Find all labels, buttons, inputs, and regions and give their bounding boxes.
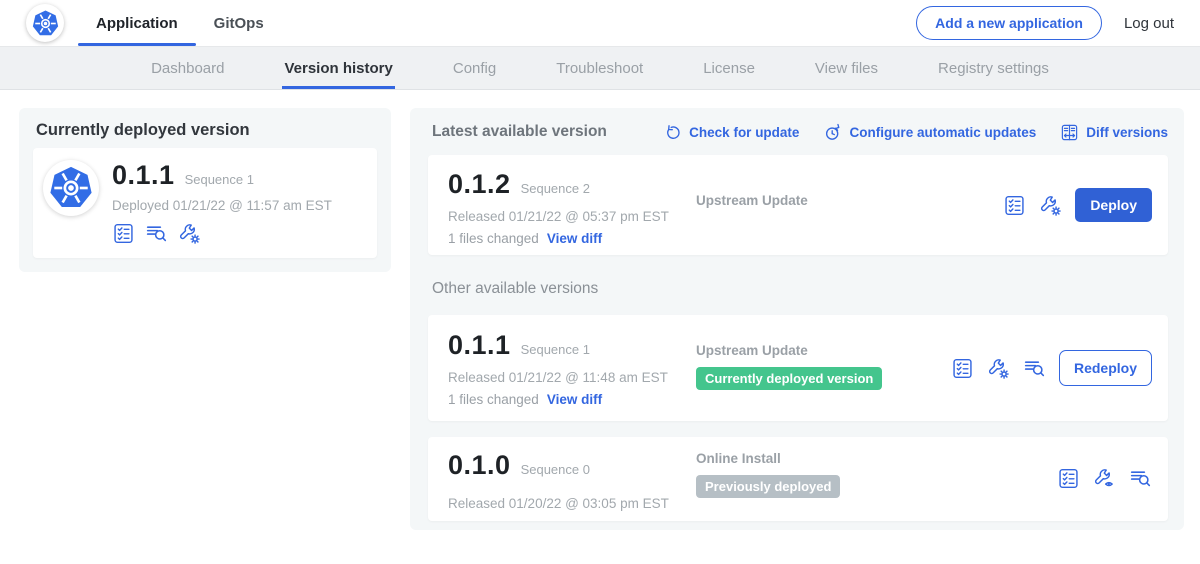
version-sequence: Sequence 1: [521, 342, 590, 357]
view-config-icon[interactable]: [1093, 467, 1116, 490]
tab-dashboard-label: Dashboard: [151, 60, 224, 77]
version-released: Released 01/20/22 @ 03:05 pm EST: [448, 496, 669, 511]
edit-config-icon[interactable]: [178, 222, 201, 245]
logout-button[interactable]: Log out: [1124, 15, 1174, 32]
version-number: 0.1.2: [448, 169, 511, 200]
release-notes-icon[interactable]: [1129, 467, 1152, 490]
deployed-version-number: 0.1.1: [112, 160, 175, 191]
deployed-version-card: 0.1.1 Sequence 1 Deployed 01/21/22 @ 11:…: [33, 148, 377, 258]
version-row-0-1-2: 0.1.2 Sequence 2 Released 01/21/22 @ 05:…: [428, 155, 1168, 255]
version-source: Online Install: [696, 451, 840, 466]
tab-version-history[interactable]: Version history: [284, 47, 392, 89]
top-header: Application GitOps Add a new application…: [0, 0, 1200, 46]
tab-view-files[interactable]: View files: [815, 47, 878, 89]
version-source: Upstream Update: [696, 343, 882, 358]
version-row-0-1-0: 0.1.0 Sequence 0 Released 01/20/22 @ 03:…: [428, 437, 1168, 521]
tab-gitops-label: GitOps: [214, 15, 264, 32]
tab-config[interactable]: Config: [453, 47, 496, 89]
release-notes-icon[interactable]: [1023, 357, 1046, 380]
diff-versions-label: Diff versions: [1086, 125, 1168, 140]
refresh-icon: [663, 123, 682, 142]
app-nav-tabs: Application GitOps: [78, 0, 282, 46]
kubernetes-helm-icon: [32, 10, 59, 37]
app-logo: [43, 160, 99, 216]
files-changed: 1 files changed: [448, 392, 539, 407]
deployed-action-icons: [112, 222, 201, 245]
tab-config-label: Config: [453, 60, 496, 77]
preflight-checks-icon[interactable]: [951, 357, 974, 380]
tab-license-label: License: [703, 60, 755, 77]
view-diff-link[interactable]: View diff: [547, 392, 602, 407]
preflight-checks-icon[interactable]: [112, 222, 135, 245]
tab-view-files-label: View files: [815, 60, 878, 77]
latest-version-heading: Latest available version: [432, 123, 607, 141]
tab-registry-settings-label: Registry settings: [938, 60, 1049, 77]
currently-deployed-title: Currently deployed version: [36, 121, 250, 140]
tab-registry-settings[interactable]: Registry settings: [938, 47, 1049, 89]
currently-deployed-card: Currently deployed version 0.1.1 Sequenc…: [19, 108, 391, 272]
currently-deployed-badge: Currently deployed version: [696, 367, 882, 390]
version-source: Upstream Update: [696, 193, 808, 208]
tab-troubleshoot[interactable]: Troubleshoot: [556, 47, 643, 89]
version-row-0-1-1: 0.1.1 Sequence 1 Released 01/21/22 @ 11:…: [428, 315, 1168, 421]
configure-automatic-updates-label: Configure automatic updates: [849, 125, 1036, 140]
configure-automatic-updates-link[interactable]: Configure automatic updates: [823, 123, 1036, 142]
deploy-button[interactable]: Deploy: [1075, 188, 1152, 222]
version-history-panel: Latest available version Check for updat…: [410, 108, 1184, 530]
other-versions-heading: Other available versions: [432, 280, 598, 298]
version-sequence: Sequence 0: [521, 462, 590, 477]
deployed-sequence: Sequence 1: [185, 172, 254, 187]
tab-license[interactable]: License: [703, 47, 755, 89]
check-for-update-link[interactable]: Check for update: [663, 123, 799, 142]
view-diff-link[interactable]: View diff: [547, 231, 602, 246]
version-number: 0.1.1: [448, 330, 511, 361]
check-for-update-label: Check for update: [689, 125, 799, 140]
diff-icon: [1060, 123, 1079, 142]
preflight-checks-icon[interactable]: [1003, 194, 1026, 217]
deployed-timestamp: Deployed 01/21/22 @ 11:57 am EST: [112, 198, 332, 213]
kubernetes-logo: [26, 4, 64, 42]
tab-application[interactable]: Application: [78, 0, 196, 46]
tab-application-label: Application: [96, 15, 178, 32]
panel-header: Latest available version Check for updat…: [432, 120, 1168, 144]
add-application-button[interactable]: Add a new application: [916, 6, 1102, 40]
diff-versions-link[interactable]: Diff versions: [1060, 123, 1168, 142]
tab-troubleshoot-label: Troubleshoot: [556, 60, 643, 77]
previously-deployed-badge: Previously deployed: [696, 475, 840, 498]
preflight-checks-icon[interactable]: [1057, 467, 1080, 490]
kots-admin-console: Application GitOps Add a new application…: [0, 0, 1200, 564]
version-released: Released 01/21/22 @ 11:48 am EST: [448, 370, 668, 385]
files-changed: 1 files changed: [448, 231, 539, 246]
edit-config-icon[interactable]: [987, 357, 1010, 380]
schedule-update-icon: [823, 123, 842, 142]
version-number: 0.1.0: [448, 450, 511, 481]
redeploy-button[interactable]: Redeploy: [1059, 350, 1152, 386]
secondary-nav: Dashboard Version history Config Trouble…: [0, 46, 1200, 90]
header-actions: Add a new application Log out: [916, 0, 1174, 46]
kubernetes-helm-icon: [49, 166, 93, 210]
version-released: Released 01/21/22 @ 05:37 pm EST: [448, 209, 669, 224]
release-notes-icon[interactable]: [145, 222, 168, 245]
tab-gitops[interactable]: GitOps: [196, 0, 282, 46]
tab-version-history-label: Version history: [284, 60, 392, 77]
version-sequence: Sequence 2: [521, 181, 590, 196]
edit-config-icon[interactable]: [1039, 194, 1062, 217]
panel-actions: Check for update Configure automatic upd…: [663, 123, 1168, 142]
tab-dashboard[interactable]: Dashboard: [151, 47, 224, 89]
